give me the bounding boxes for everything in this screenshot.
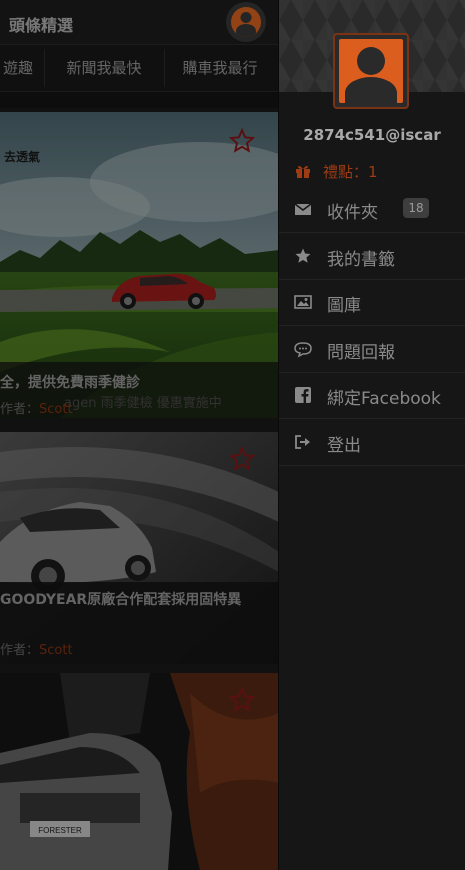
menu-item-report[interactable]: 問題回報 — [279, 326, 465, 373]
menu-item-facebook[interactable]: 綁定Facebook — [279, 372, 465, 419]
menu-label: 收件夾 — [327, 203, 378, 223]
points-label: 禮點：1 — [323, 162, 378, 181]
article-card[interactable]: 去透氣 全，提供免費雨季健診 agen 雨季健檢 優惠實施中 作者：Scott — [0, 112, 279, 418]
menu-label: 我的書籤 — [327, 250, 395, 270]
article-card[interactable]: GOODYEAR原廠合作配套採用固特異 作者：Scott — [0, 432, 279, 664]
user-icon — [339, 39, 403, 103]
article-title: GOODYEAR原廠合作配套採用固特異 — [0, 592, 242, 608]
menu-item-logout[interactable]: 登出 — [279, 419, 465, 466]
article-author: 作者：Scott — [0, 402, 73, 417]
menu-item-bookmarks[interactable]: 我的書籤 — [279, 233, 465, 280]
article-subtitle: agen 雨季健檢 優惠實施中 — [64, 396, 222, 411]
username: 2874c541@iscar — [303, 126, 441, 144]
side-drawer: 2874c541@iscar 禮點：1 收件夾 18 我的書籤 圖庫 問題回報 … — [279, 0, 465, 870]
tab-item[interactable]: 新聞我最快 — [50, 45, 158, 91]
gift-icon — [296, 165, 310, 178]
tab-item[interactable]: 購車我最行 — [170, 45, 270, 91]
menu-label: 登出 — [327, 436, 361, 456]
user-icon — [231, 7, 261, 37]
feed-spacer — [0, 92, 279, 108]
star-icon — [295, 248, 311, 263]
menu-label: 問題回報 — [327, 343, 395, 363]
menu-item-gallery[interactable]: 圖庫 — [279, 279, 465, 326]
bookmark-star-icon[interactable] — [229, 128, 255, 154]
menu-label: 綁定Facebook — [327, 389, 441, 409]
envelope-icon — [294, 203, 312, 215]
article-card[interactable]: FORESTER — [0, 673, 279, 870]
chat-icon — [294, 342, 312, 358]
facebook-icon — [295, 387, 311, 403]
article-title: 全，提供免費雨季健診 — [0, 375, 140, 391]
profile-avatar[interactable] — [333, 33, 409, 109]
image-overlay-text: 去透氣 — [4, 150, 41, 164]
logout-icon — [295, 435, 310, 449]
tab-item[interactable]: 遊趣 — [0, 45, 40, 91]
picture-icon — [294, 295, 312, 309]
category-tabs: 遊趣 新聞我最快 購車我最行 — [0, 45, 279, 92]
top-bar: 頭條精選 — [0, 0, 279, 45]
user-avatar-button[interactable] — [226, 2, 266, 42]
menu-label: 圖庫 — [327, 296, 361, 316]
points-row[interactable]: 禮點：1 — [295, 160, 378, 182]
page-title: 頭條精選 — [9, 16, 74, 35]
bookmark-star-icon[interactable] — [229, 687, 255, 713]
article-author: 作者：Scott — [0, 643, 73, 658]
svg-text:FORESTER: FORESTER — [38, 826, 82, 835]
menu-item-inbox[interactable]: 收件夾 — [279, 186, 465, 233]
bookmark-star-icon[interactable] — [229, 446, 255, 472]
inbox-count-badge: 18 — [403, 198, 429, 218]
main-feed: 頭條精選 遊趣 新聞我最快 購車我最行 去透氣 全，提供免費雨季健診 agen … — [0, 0, 279, 870]
